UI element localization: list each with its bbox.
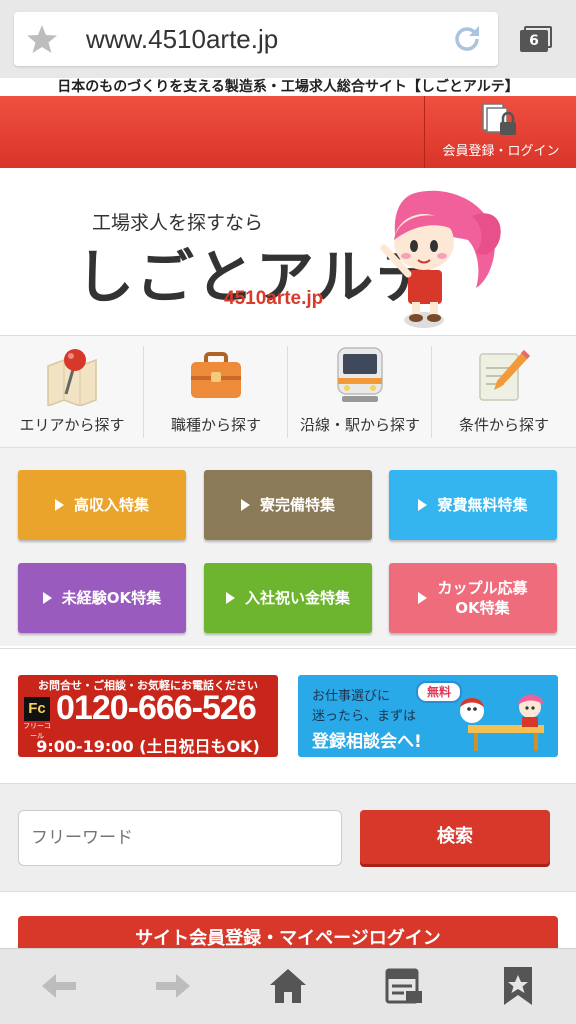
url-text[interactable]: www.4510arte.jp [86, 24, 278, 55]
address-bar[interactable]: www.4510arte.jp [14, 12, 498, 66]
tab-count: 6 [520, 30, 548, 52]
feature-signing-bonus[interactable]: 入社祝い金特集 [204, 563, 372, 633]
forward-arrow-icon[interactable] [154, 971, 192, 1001]
free-word-search-input[interactable] [18, 810, 342, 866]
feature-label: 未経験OK特集 [61, 589, 162, 607]
phone-hours: 9:00-19:00 (土日祝日もOK) [36, 737, 260, 756]
consultation-illustration [460, 694, 544, 751]
star-icon[interactable] [26, 24, 58, 54]
feature-label: カップル応募 OK特集 [437, 579, 528, 617]
search-row: 検索 [0, 784, 576, 892]
phone-banner[interactable]: お問合せ・ご相談・お気軽にお電話ください Fc フリーコール 0120-666-… [18, 675, 278, 757]
browser-bottom-bar [0, 948, 576, 1024]
train-icon [337, 347, 383, 402]
feature-free-dormitory[interactable]: 寮費無料特集 [389, 470, 557, 540]
consult-line-3: 登録相談会へ! [312, 732, 422, 752]
feature-high-income[interactable]: 高収入特集 [18, 470, 186, 540]
nav-condition-search[interactable]: 条件から探す [432, 336, 576, 448]
search-category-nav: エリアから探す 職種から探す 沿線・駅から探す 条件から探す [0, 336, 576, 448]
nav-label: 条件から探す [458, 416, 549, 434]
mascot-illustration [380, 190, 501, 328]
feature-label: 寮完備特集 [259, 496, 335, 514]
nav-label: 職種から探す [170, 416, 261, 434]
logo-area[interactable]: 工場求人を探すなら しごとアルテ 4510arte.jp [0, 168, 576, 336]
back-arrow-icon[interactable] [40, 971, 78, 1001]
site-tagline: 日本のものづくりを支える製造系・工場求人総合サイト【しごとアルテ】 [57, 79, 519, 95]
briefcase-icon [191, 352, 241, 398]
login-button[interactable]: 会員登録・ログイン [424, 96, 576, 168]
tab-switcher-button[interactable]: 6 [520, 26, 554, 52]
map-pin-icon [47, 349, 97, 406]
bookmark-icon[interactable] [500, 965, 536, 1007]
reading-list-icon[interactable] [384, 967, 424, 1005]
nav-station-search[interactable]: 沿線・駅から探す [288, 336, 432, 448]
web-page: 日本のものづくりを支える製造系・工場求人総合サイト【しごとアルテ】 会員登録・ロ… [0, 78, 576, 956]
feature-no-experience[interactable]: 未経験OK特集 [18, 563, 186, 633]
phone-number: 0120-666-526 [56, 689, 257, 727]
browser-toolbar: www.4510arte.jp 6 [0, 0, 576, 78]
freecall-logo: Fc [24, 697, 50, 721]
feature-label: 高収入特集 [73, 496, 149, 514]
memo-pencil-icon [479, 350, 530, 401]
nav-area-search[interactable]: エリアから探す [0, 336, 144, 448]
home-icon[interactable] [268, 967, 308, 1005]
feature-couple-ok[interactable]: カップル応募 OK特集 [389, 563, 557, 633]
consultation-banner[interactable]: お仕事選びに 迷ったら、まずは 登録相談会へ! 無料 [298, 675, 558, 757]
nav-label: 沿線・駅から探す [299, 416, 420, 434]
feature-label: 入社祝い金特集 [244, 589, 350, 607]
search-button[interactable]: 検索 [360, 810, 550, 864]
feature-grid: 高収入特集 寮完備特集 寮費無料特集 未経験OK特集 入社祝い金特集 カップル応… [0, 448, 576, 646]
feature-dormitory[interactable]: 寮完備特集 [204, 470, 372, 540]
reload-icon[interactable] [450, 22, 484, 56]
nav-job-search[interactable]: 職種から探す [144, 336, 288, 448]
consult-line-1: お仕事選びに [312, 689, 391, 704]
nav-label: エリアから探す [19, 416, 125, 434]
lock-document-icon [482, 103, 516, 135]
feature-label: 寮費無料特集 [437, 496, 528, 514]
login-label: 会員登録・ログイン [442, 144, 560, 159]
logo-url: 4510arte.jp [224, 288, 324, 309]
consult-line-2: 迷ったら、まずは [312, 709, 417, 724]
banner-area: お問合せ・ご相談・お気軽にお電話ください Fc フリーコール 0120-666-… [0, 648, 576, 784]
